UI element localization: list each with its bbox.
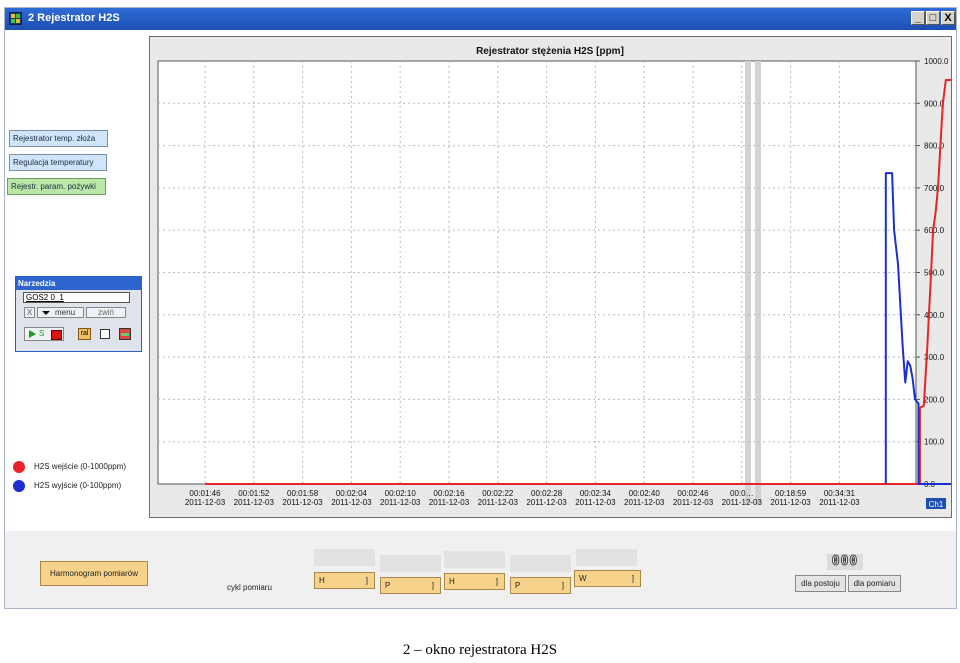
y-tick-label: 100.0 <box>924 438 945 447</box>
tools-panel-title: Narzedzia <box>16 277 141 290</box>
y-tick-label: 200.0 <box>924 395 945 404</box>
x-tick-date-label: 2011-12-03 <box>624 498 665 507</box>
x-tick-time-label: 00:02:04 <box>336 489 368 498</box>
tools-panel: Narzedzia GOS2 0_1 X menu zwiń S ral <box>15 276 142 352</box>
time-gap-band <box>745 61 751 504</box>
cycle-field[interactable]: W] <box>574 570 641 587</box>
stop-icon <box>51 330 62 340</box>
checkbox[interactable] <box>100 329 110 339</box>
temp-recorder-button[interactable]: Rejestrator temp. złoża <box>9 130 108 147</box>
y-tick-label: 500.0 <box>924 269 945 278</box>
tools-close-button[interactable]: X <box>24 307 35 318</box>
x-tick-date-label: 2011-12-03 <box>234 498 275 507</box>
x-tick-date-label: 2011-12-03 <box>526 498 567 507</box>
cycle-field[interactable]: H] <box>314 572 375 589</box>
counter-display: 000 <box>827 554 863 570</box>
cycle-field-text: P <box>515 581 521 590</box>
app-icon <box>9 12 22 25</box>
cycle-label: cykl pomiaru <box>227 583 272 592</box>
h2s-chart: Rejestrator stężenia H2S [ppm] 1000.0 900.… <box>157 46 960 509</box>
y-tick-label: 1000.0 <box>924 57 949 66</box>
grid-icon[interactable] <box>119 328 131 340</box>
cycle-field[interactable]: H] <box>444 573 505 590</box>
x-tick-time-label: 00:02:46 <box>677 489 709 498</box>
menu-label: menu <box>55 308 76 317</box>
output-legend-dot <box>13 480 25 492</box>
cycle-header <box>314 549 375 566</box>
cycle-header <box>510 555 571 572</box>
start-label: S <box>39 329 45 338</box>
input-legend-label: H2S wejście (0-1000ppm) <box>34 462 127 471</box>
x-tick-time-label: 00:01:52 <box>238 489 270 498</box>
cycle-header <box>444 551 505 568</box>
x-tick-time-label: 00:0… <box>730 489 754 498</box>
tool-button[interactable]: ral <box>78 328 91 340</box>
minimize-button[interactable]: _ <box>911 11 925 25</box>
window-title: 2 Rejestrator H2S <box>28 12 120 24</box>
y-tick-label: 400.0 <box>924 311 945 320</box>
x-tick-date-label: 2011-12-03 <box>770 498 811 507</box>
x-tick-date-label: 2011-12-03 <box>673 498 714 507</box>
cycle-field[interactable]: P] <box>380 577 441 594</box>
x-tick-time-label: 00:01:46 <box>189 489 221 498</box>
bracket: ] <box>561 581 564 590</box>
output-legend-label: H2S wyjście (0-100ppm) <box>34 481 122 490</box>
caret-down-icon <box>42 311 50 315</box>
measure-button[interactable]: dla pomiaru <box>848 575 901 592</box>
title-bar[interactable]: 2 Rejestrator H2S _ □ X <box>5 8 956 30</box>
x-tick-date-label: 2011-12-03 <box>380 498 421 507</box>
start-stop-control[interactable]: S <box>24 327 64 341</box>
x-tick-time-label: 00:02:16 <box>433 489 465 498</box>
x-tick-date-label: 2011-12-03 <box>282 498 323 507</box>
x-tick-time-label: 00:02:28 <box>531 489 563 498</box>
cycle-header <box>380 555 441 572</box>
x-tick-time-label: 00:02:10 <box>385 489 417 498</box>
y-tick-label: 900.0 <box>924 99 945 108</box>
channel-label: Ch1 <box>929 500 944 509</box>
plot-area <box>157 60 917 485</box>
cycle-header <box>576 549 637 566</box>
bracket: ] <box>495 577 498 586</box>
x-tick-date-label: 2011-12-03 <box>575 498 616 507</box>
x-tick-time-label: 00:02:22 <box>482 489 514 498</box>
maximize-button[interactable]: □ <box>926 11 940 25</box>
x-tick-date-label: 2011-12-03 <box>478 498 519 507</box>
temp-regulation-button[interactable]: Regulacja temperatury <box>9 154 107 171</box>
cycle-field-text: W <box>579 574 587 583</box>
cycle-field-text: H <box>449 577 455 586</box>
x-tick-time-label: 00:18:59 <box>775 489 807 498</box>
play-icon <box>29 330 36 338</box>
x-tick-date-label: 2011-12-03 <box>331 498 372 507</box>
x-tick-time-label: 00:34:31 <box>824 489 856 498</box>
idle-button[interactable]: dla postoju <box>795 575 846 592</box>
x-tick-date-label: 2011-12-03 <box>722 498 763 507</box>
figure-caption: 2 – okno rejestratora H2S <box>402 642 558 658</box>
x-tick-date-label: 2011-12-03 <box>819 498 860 507</box>
footer-panel: Harmonogram pomiarów cykl pomiaru H] P] … <box>5 531 956 608</box>
nutrient-recorder-button[interactable]: Rejestr. param. pożywki <box>7 178 106 195</box>
channel-field[interactable]: GOS2 0_1 <box>23 292 130 303</box>
bracket: ] <box>631 574 634 583</box>
chart-title: Rejestrator stężenia H2S [ppm] <box>476 46 624 57</box>
x-tick-time-label: 00:01:58 <box>287 489 319 498</box>
time-gap-band <box>755 61 761 504</box>
recorder-window: 2 Rejestrator H2S _ □ X Rejestrator temp… <box>4 7 960 609</box>
x-tick-date-label: 2011-12-03 <box>185 498 226 507</box>
y-tick-label: 700.0 <box>924 184 945 193</box>
cycle-field-text: H <box>319 576 325 585</box>
chart-panel: Rejestrator stężenia H2S [ppm] 1000.0 900.… <box>149 36 960 518</box>
input-legend-dot <box>13 461 25 473</box>
bracket: ] <box>365 576 368 585</box>
menu-button[interactable]: menu <box>37 307 84 318</box>
x-tick-time-label: 00:02:40 <box>629 489 661 498</box>
cycle-field[interactable]: P] <box>510 577 571 594</box>
schedule-button[interactable]: Harmonogram pomiarów <box>40 561 148 586</box>
x-tick-time-label: 00:02:34 <box>580 489 612 498</box>
bracket: ] <box>431 581 434 590</box>
x-tick-date-label: 2011-12-03 <box>429 498 470 507</box>
cycle-field-text: P <box>385 581 391 590</box>
collapse-button[interactable]: zwiń <box>86 307 126 318</box>
close-button[interactable]: X <box>941 11 955 25</box>
